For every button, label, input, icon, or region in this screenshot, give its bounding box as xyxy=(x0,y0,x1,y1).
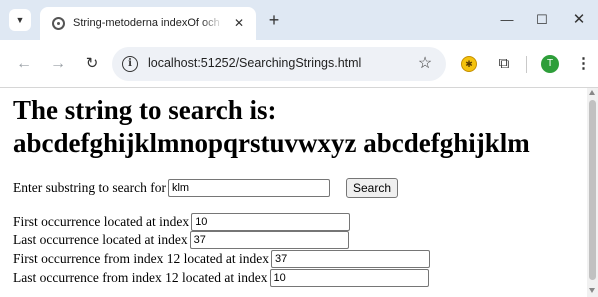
reload-icon[interactable]: ↻ xyxy=(82,54,102,74)
browser-toolbar: ← → ↻ i localhost:51252/SearchingStrings… xyxy=(0,40,598,88)
extension-icon[interactable]: ✱ xyxy=(461,56,477,72)
site-info-icon[interactable]: i xyxy=(122,56,138,72)
result-row: Last occurrence located at index 37 xyxy=(13,230,349,250)
page-content: The string to search is: abcdefghijklmno… xyxy=(0,88,587,297)
close-window-button[interactable]: ✕ xyxy=(568,10,590,30)
scroll-thumb[interactable] xyxy=(589,100,596,280)
globe-icon xyxy=(52,17,65,30)
heading-line-2: abcdefghijklmnopqrstuvwxyz abcdefghijklm xyxy=(13,128,530,158)
forward-arrow-icon[interactable]: → xyxy=(48,54,68,74)
minimize-button[interactable]: — xyxy=(496,10,518,30)
page-heading: The string to search is: abcdefghijklmno… xyxy=(13,94,585,160)
result-field[interactable]: 37 xyxy=(271,250,431,268)
search-label: Enter substring to search for xyxy=(13,180,166,195)
result-field[interactable]: 10 xyxy=(191,213,351,231)
url-text[interactable]: localhost:51252/SearchingStrings.html xyxy=(148,56,361,70)
result-label: Last occurrence from index 12 located at… xyxy=(13,270,268,285)
more-menu-icon[interactable]: ⋮ xyxy=(576,54,591,74)
scroll-up-arrow-icon[interactable] xyxy=(589,90,595,95)
search-row: Enter substring to search for klm Search xyxy=(13,178,398,198)
tab-strip: ▼ String-metoderna indexOf och lastIndex… xyxy=(0,0,598,40)
new-tab-button[interactable]: + xyxy=(264,10,284,30)
back-arrow-icon[interactable]: ← xyxy=(14,54,34,74)
address-bar[interactable]: i localhost:51252/SearchingStrings.html … xyxy=(112,47,446,81)
toolbar-divider xyxy=(526,56,527,73)
tab-title: String-metoderna indexOf och lastIndexOf xyxy=(73,17,223,29)
tab-close-icon[interactable]: ✕ xyxy=(231,15,247,31)
extensions-puzzle-icon[interactable]: ⧉ xyxy=(494,54,514,74)
maximize-button[interactable]: ☐ xyxy=(531,10,553,30)
result-row: First occurrence from index 12 located a… xyxy=(13,249,431,269)
tab-search-button[interactable]: ▼ xyxy=(9,9,31,31)
result-label: First occurrence located at index xyxy=(13,214,190,229)
search-input[interactable]: klm xyxy=(167,179,330,197)
result-label: First occurrence from index 12 located a… xyxy=(13,251,270,266)
browser-tab[interactable]: String-metoderna indexOf och lastIndexOf… xyxy=(40,7,256,40)
scroll-down-arrow-icon[interactable] xyxy=(589,288,595,293)
result-field[interactable]: 37 xyxy=(189,231,349,249)
page-scrollbar[interactable] xyxy=(587,88,598,297)
result-row: First occurrence located at index 10 xyxy=(13,212,351,232)
profile-avatar[interactable]: T xyxy=(541,55,559,73)
heading-line-1: The string to search is: xyxy=(13,95,277,125)
result-label: Last occurrence located at index xyxy=(13,232,188,247)
search-button[interactable]: Search xyxy=(345,178,398,198)
result-field[interactable]: 10 xyxy=(269,269,429,287)
bookmark-star-icon[interactable]: ☆ xyxy=(414,53,436,75)
result-row: Last occurrence from index 12 located at… xyxy=(13,268,429,288)
